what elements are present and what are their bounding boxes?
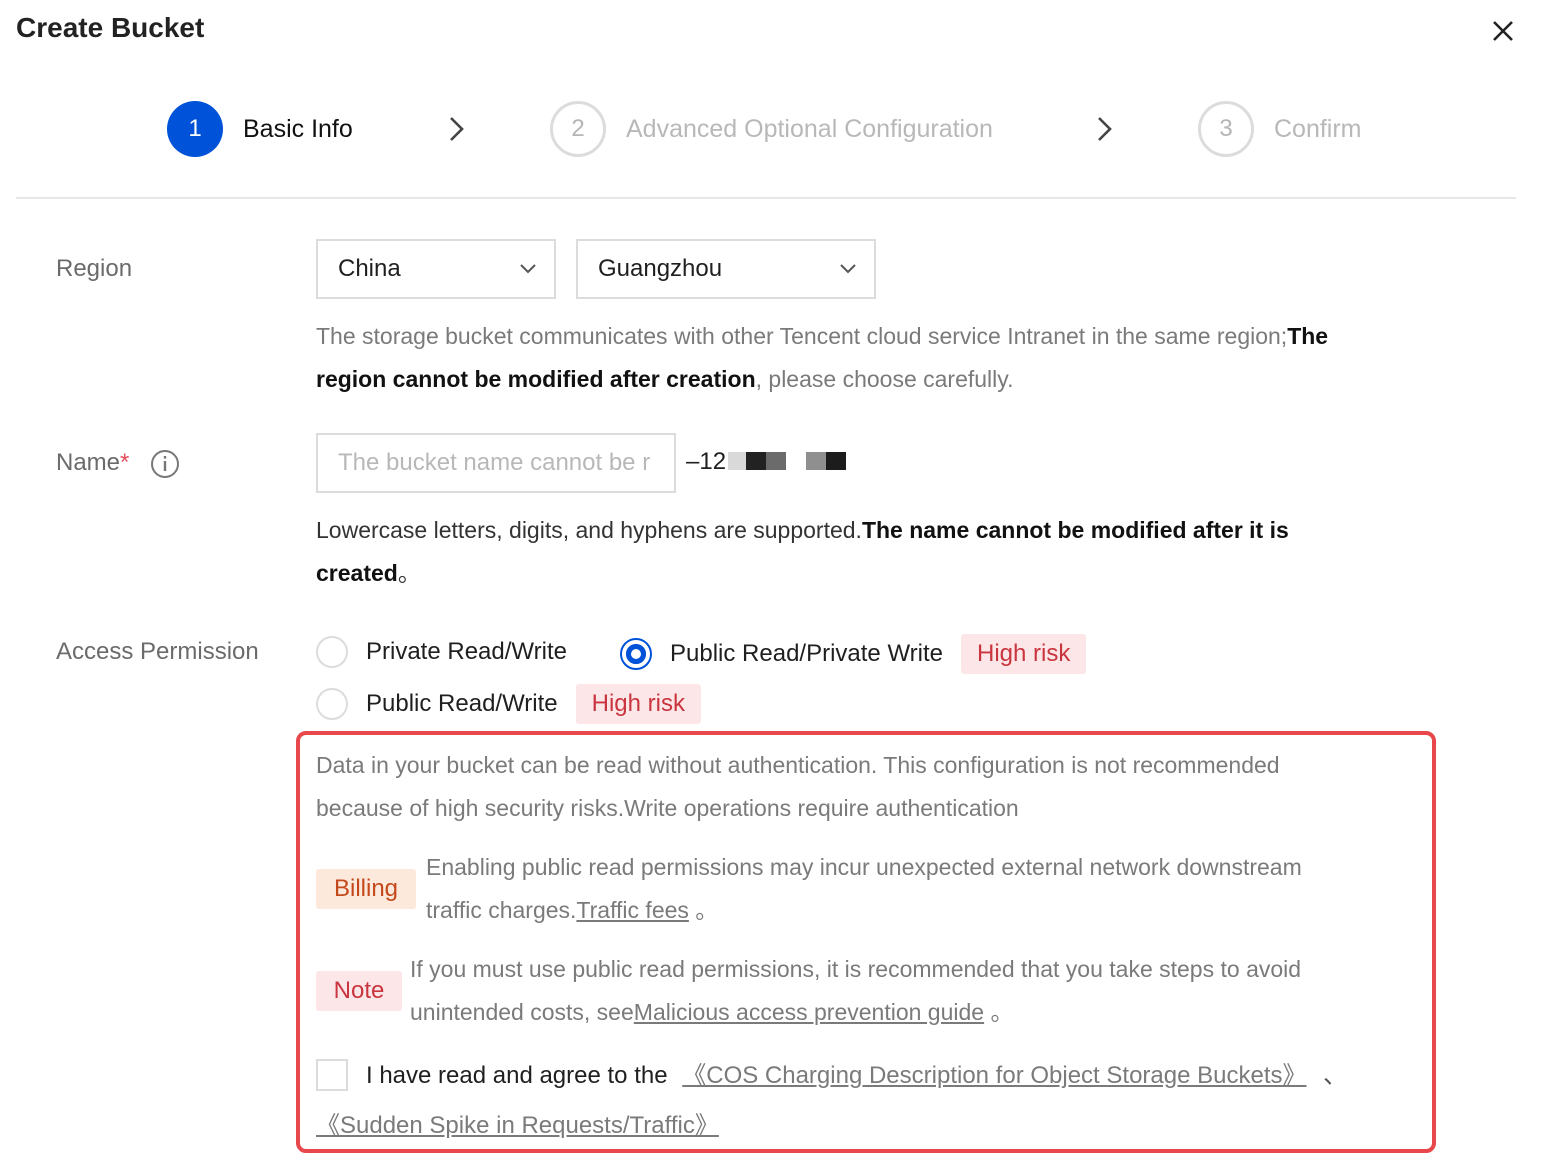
info-icon[interactable] (150, 449, 180, 479)
step-1: 1 Basic Info (167, 100, 353, 158)
billing-text: Enabling public read permissions may inc… (426, 846, 1426, 932)
billing-end: 。 (688, 897, 719, 923)
radio-public-read-label: Public Read/Private Write (670, 640, 943, 667)
billing-tag: Billing (316, 869, 416, 909)
header-divider (16, 197, 1516, 199)
step-1-label: Basic Info (243, 114, 353, 143)
agree-text-label: I have read and agree to the (366, 1062, 668, 1089)
prevention-guide-link[interactable]: Malicious access prevention guide (634, 999, 984, 1025)
billing-line1: Enabling public read permissions may inc… (426, 854, 1302, 880)
sudden-spike-link[interactable]: 《Sudden Spike in Requests/Traffic》 (316, 1112, 719, 1139)
step-2-number: 2 (550, 101, 606, 157)
name-help-end: 。 (397, 560, 421, 586)
region-help-end: , please choose carefully. (755, 366, 1014, 392)
agree-text: I have read and agree to the 《COS Chargi… (366, 1057, 1347, 1095)
radio-public-read-write-label: Public Read/Write (366, 690, 558, 717)
region-help-bold-b: region cannot be modified after creation (316, 366, 756, 392)
permission-description: Data in your bucket can be read without … (316, 744, 1416, 830)
name-help: Lowercase letters, digits, and hyphens a… (316, 509, 1446, 595)
note-line2: unintended costs, see (410, 999, 634, 1025)
name-suffix: –12 (686, 448, 727, 475)
region-label: Region (56, 255, 133, 282)
high-risk-badge: High risk (961, 634, 1087, 674)
step-1-number: 1 (167, 101, 223, 157)
chevron-right-icon (1098, 117, 1112, 141)
step-3: 3 Confirm (1198, 100, 1362, 158)
permission-desc-line2: because of high security risks.Write ope… (316, 795, 1019, 821)
permission-desc-line1: Data in your bucket can be read without … (316, 752, 1280, 778)
note-tag: Note (316, 971, 402, 1011)
radio-public-read[interactable] (620, 638, 652, 670)
radio-private[interactable] (316, 636, 348, 668)
cos-charging-link[interactable]: 《COS Charging Description for Object Sto… (682, 1062, 1306, 1089)
name-label-text: Name (56, 449, 121, 476)
note-line1: If you must use public read permissions,… (410, 956, 1302, 982)
name-help-bold-a: The name cannot be modified after it is (861, 517, 1289, 543)
radio-public-read-write[interactable] (316, 688, 348, 720)
chevron-right-icon (450, 117, 464, 141)
chevron-down-icon (520, 264, 536, 274)
billing-line2: traffic charges. (426, 897, 577, 923)
note-end: 。 (984, 999, 1014, 1025)
close-icon[interactable] (1492, 20, 1514, 42)
dialog-title: Create Bucket (16, 12, 205, 43)
step-3-label: Confirm (1274, 114, 1362, 143)
step-2-label: Advanced Optional Configuration (626, 114, 993, 143)
region-help-bold-a: The (1287, 323, 1329, 349)
radio-option-private[interactable]: Private Read/Write (316, 636, 567, 668)
country-select[interactable]: China (316, 239, 556, 299)
step-3-number: 3 (1198, 101, 1254, 157)
country-select-value: China (338, 255, 401, 282)
radio-option-public-read-write[interactable]: Public Read/Write High risk (316, 684, 701, 724)
access-permission-label: Access Permission (56, 638, 259, 665)
close-button[interactable] (1486, 14, 1520, 48)
agree-separator: 、 (1323, 1062, 1348, 1089)
city-select[interactable]: Guangzhou (576, 239, 876, 299)
city-select-value: Guangzhou (598, 255, 723, 282)
agree-text-line2: 《Sudden Spike in Requests/Traffic》 (316, 1107, 719, 1145)
note-text: If you must use public read permissions,… (410, 948, 1430, 1034)
chevron-down-icon (840, 264, 856, 274)
region-help: The storage bucket communicates with oth… (316, 315, 1446, 401)
steps-bar: 1 Basic Info 2 Advanced Optional Configu… (0, 100, 1542, 158)
bucket-name-input[interactable] (316, 433, 676, 493)
name-label: Name* (56, 449, 129, 477)
high-risk-badge: High risk (575, 684, 701, 724)
name-help-text: Lowercase letters, digits, and hyphens a… (316, 517, 862, 543)
region-help-text: The storage bucket communicates with oth… (316, 323, 1288, 349)
agree-checkbox[interactable] (316, 1059, 348, 1091)
name-help-bold-b: created (316, 560, 398, 586)
radio-private-label: Private Read/Write (366, 638, 567, 665)
traffic-fees-link[interactable]: Traffic fees (576, 897, 688, 923)
radio-option-public-read[interactable]: Public Read/Private Write High risk (620, 634, 1087, 674)
required-mark: * (120, 449, 130, 476)
step-2: 2 Advanced Optional Configuration (550, 100, 993, 158)
